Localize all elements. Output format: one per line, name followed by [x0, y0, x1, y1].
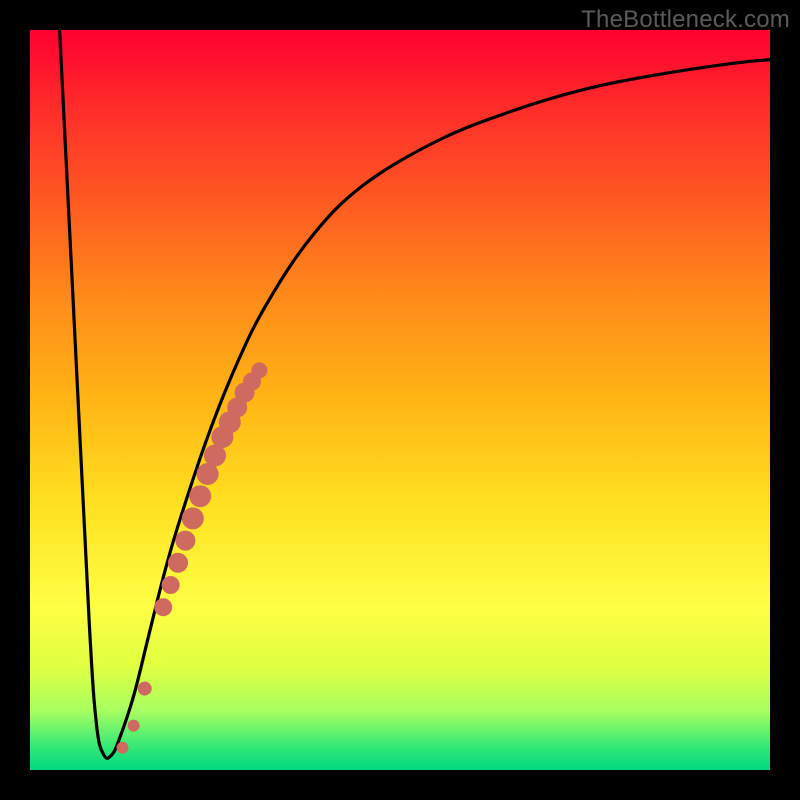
chart-frame: TheBottleneck.com	[0, 0, 800, 800]
data-point	[175, 531, 195, 551]
data-point	[168, 553, 188, 573]
marker-group	[117, 362, 268, 753]
data-point	[128, 720, 140, 732]
data-point	[154, 598, 172, 616]
data-point	[162, 576, 180, 594]
watermark-text: TheBottleneck.com	[581, 6, 790, 34]
data-point	[138, 682, 152, 696]
data-point	[182, 507, 204, 529]
chart-svg	[30, 30, 770, 770]
data-point	[251, 362, 267, 378]
plot-area	[30, 30, 770, 770]
main-curve	[60, 30, 770, 758]
data-point	[117, 742, 129, 754]
data-point	[189, 485, 211, 507]
